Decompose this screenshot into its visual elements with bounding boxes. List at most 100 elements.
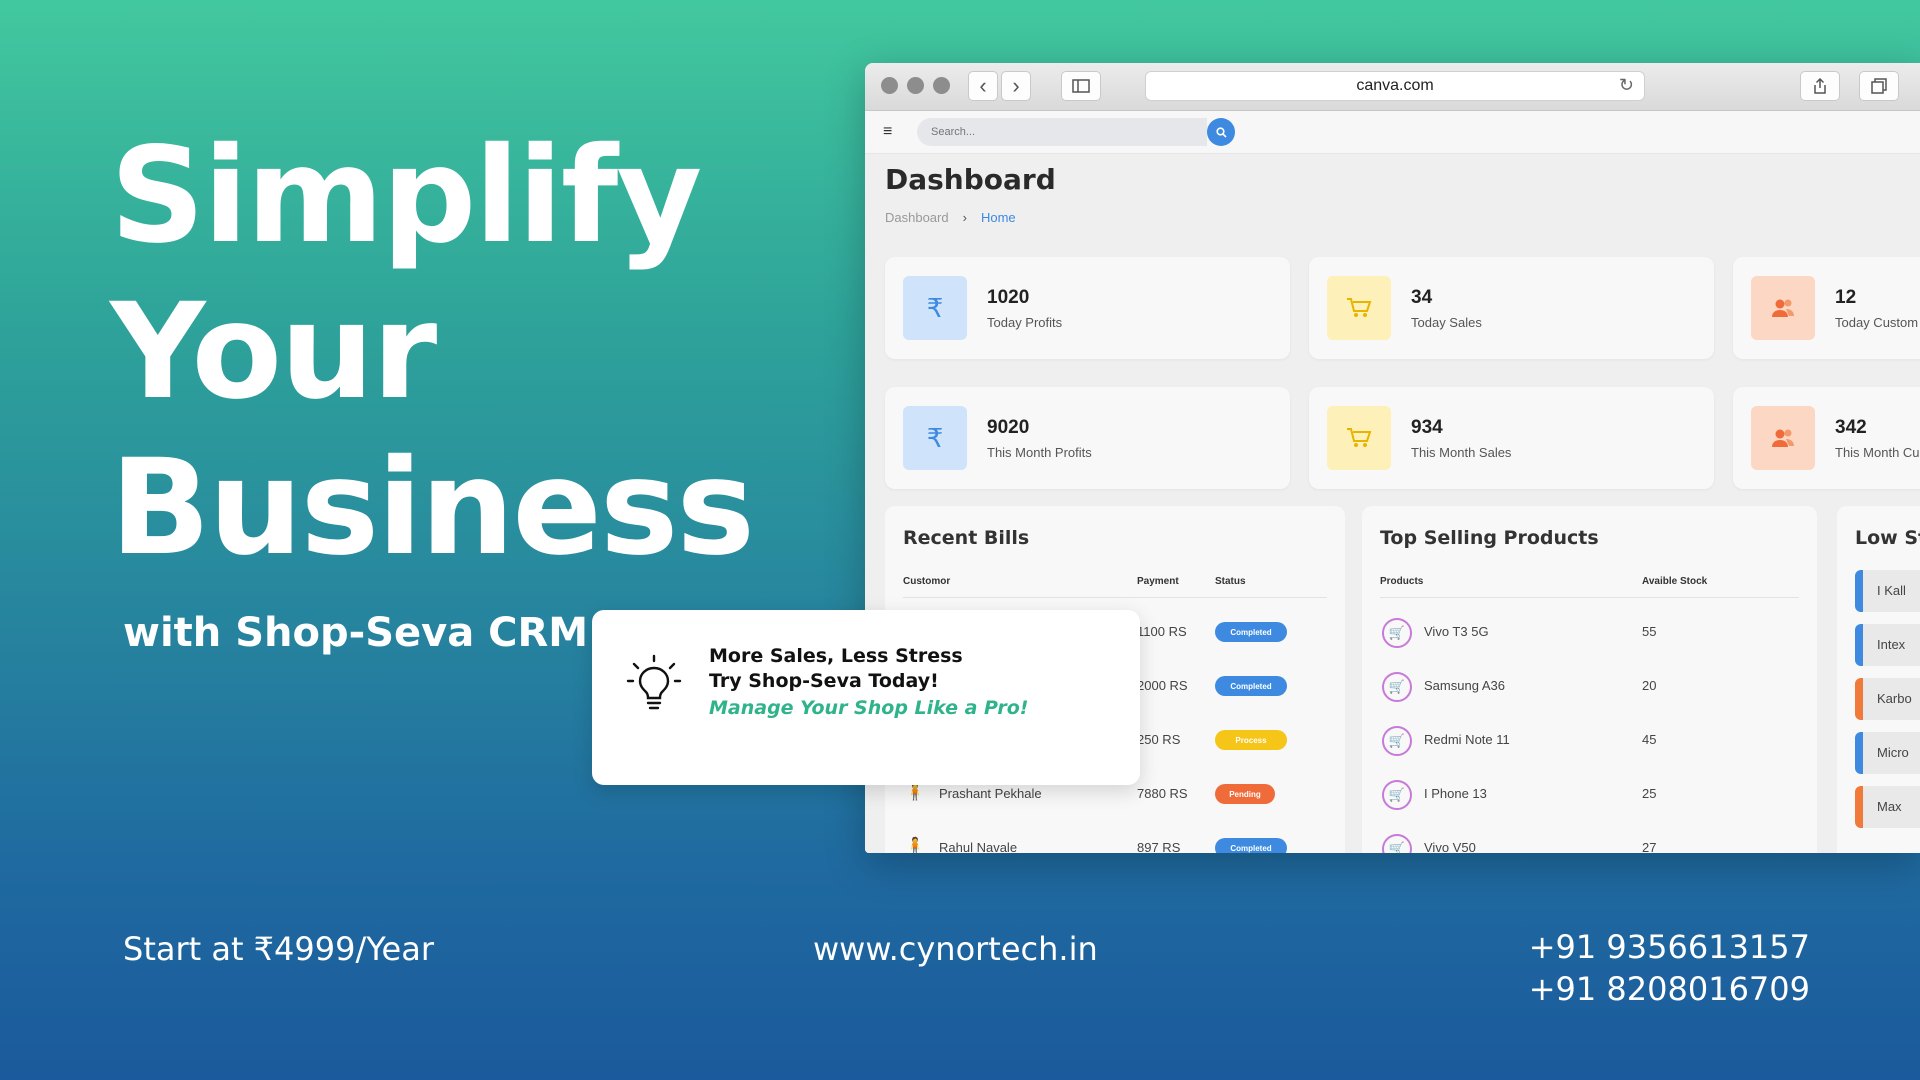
forward-arrow-icon[interactable]: › <box>1001 71 1031 101</box>
status-badge: Process <box>1215 730 1287 750</box>
panel-title: Top Selling Products <box>1380 527 1599 549</box>
stat-card-month-profits: ₹ 9020 This Month Profits <box>885 387 1290 489</box>
stat-value: 342 <box>1835 417 1867 438</box>
low-stock-item[interactable]: I Kall <box>1855 570 1920 612</box>
table-row[interactable]: 🛒 Samsung A36 20 <box>1362 660 1817 714</box>
stat-label: Today Profits <box>987 315 1063 330</box>
low-stock-panel: Low St I Kall Intex Karbo Micro Max <box>1837 506 1920 853</box>
stock-count: 55 <box>1642 624 1657 639</box>
stat-card-today-customers: 12 Today Custom <box>1733 257 1920 359</box>
callout-line-3: Manage Your Shop Like a Pro! <box>709 697 1029 719</box>
stat-value: 934 <box>1411 417 1443 438</box>
status-badge: Completed <box>1215 838 1287 853</box>
table-row[interactable]: 🧍 Rahul Navale 897 RS Completed <box>885 822 1345 853</box>
maximize-dot[interactable] <box>933 77 950 94</box>
hero-headline: Simplify Your Business <box>110 118 755 586</box>
header-divider <box>1380 597 1799 598</box>
product-name: Redmi Note 11 <box>1424 732 1510 747</box>
users-icon <box>1751 406 1815 470</box>
table-row[interactable]: 🛒 Redmi Note 11 45 <box>1362 714 1817 768</box>
address-bar[interactable]: canva.com ↻ <box>1145 71 1645 101</box>
callout-line-1: More Sales, Less Stress <box>709 645 963 667</box>
avatar-icon: 🧍 <box>905 838 925 853</box>
stat-label: This Month Sales <box>1411 445 1512 460</box>
column-header-customer: Customor <box>903 576 951 587</box>
payment-amount: 2000 RS <box>1137 678 1188 693</box>
price-text: Start at ₹4999/Year <box>123 930 434 968</box>
payment-amount: 7880 RS <box>1137 786 1188 801</box>
stat-value: 1020 <box>987 287 1030 308</box>
phone-number-1[interactable]: +91 9356613157 <box>1529 926 1810 968</box>
cart-icon <box>1327 276 1391 340</box>
column-header-products: Products <box>1380 576 1424 587</box>
website-link[interactable]: www.cynortech.in <box>813 930 1098 968</box>
minimize-dot[interactable] <box>907 77 924 94</box>
breadcrumb-parent[interactable]: Dashboard <box>885 210 949 225</box>
tabs-icon[interactable] <box>1859 71 1899 101</box>
stock-count: 25 <box>1642 786 1657 801</box>
hamburger-menu-icon[interactable]: ≡ <box>883 123 892 141</box>
panel-title: Low St <box>1855 527 1920 549</box>
product-name: I Phone 13 <box>1424 786 1487 801</box>
close-dot[interactable] <box>881 77 898 94</box>
low-stock-item[interactable]: Micro <box>1855 732 1920 774</box>
reload-icon[interactable]: ↻ <box>1619 75 1634 96</box>
table-row[interactable]: 🛒 Vivo T3 5G 55 <box>1362 606 1817 660</box>
avatar-icon: 🧍 <box>905 784 925 801</box>
low-stock-item[interactable]: Max <box>1855 786 1920 828</box>
lightbulb-icon <box>626 654 682 710</box>
browser-titlebar: ‹ › canva.com ↻ <box>865 63 1920 111</box>
payment-amount: 897 RS <box>1137 840 1181 853</box>
header-divider <box>903 597 1327 598</box>
product-name: Vivo V50 <box>1424 840 1476 853</box>
stock-count: 27 <box>1642 840 1657 853</box>
rupee-icon: ₹ <box>903 406 967 470</box>
stat-value: 9020 <box>987 417 1030 438</box>
url-text: canva.com <box>1356 77 1434 94</box>
promo-callout-card: More Sales, Less Stress Try Shop-Seva To… <box>592 610 1140 785</box>
cart-icon: 🛒 <box>1382 780 1412 810</box>
stat-value: 34 <box>1411 287 1433 308</box>
sidebar-toggle-icon[interactable] <box>1061 71 1101 101</box>
search-input[interactable] <box>917 118 1207 146</box>
back-arrow-icon[interactable]: ‹ <box>968 71 998 101</box>
stat-card-month-sales: 934 This Month Sales <box>1309 387 1714 489</box>
low-stock-item[interactable]: Intex <box>1855 624 1920 666</box>
breadcrumb-chevron-icon: › <box>962 210 967 225</box>
stat-label: Today Sales <box>1411 315 1482 330</box>
hero-tagline: with Shop-Seva CRM <box>123 610 589 656</box>
cart-icon: 🛒 <box>1382 618 1412 648</box>
column-header-payment: Payment <box>1137 576 1179 587</box>
users-icon <box>1751 276 1815 340</box>
stat-card-today-profits: ₹ 1020 Today Profits <box>885 257 1290 359</box>
payment-amount: 250 RS <box>1137 732 1181 747</box>
search-icon[interactable] <box>1207 118 1235 146</box>
headline-line-3: Business <box>110 431 755 585</box>
customer-name: Rahul Navale <box>939 840 1018 853</box>
low-stock-item[interactable]: Karbo <box>1855 678 1920 720</box>
cart-icon <box>1327 406 1391 470</box>
stat-label: Today Custom <box>1835 315 1919 330</box>
stat-value: 12 <box>1835 287 1857 308</box>
table-row[interactable]: 🛒 I Phone 13 25 <box>1362 768 1817 822</box>
breadcrumb-current[interactable]: Home <box>981 210 1016 225</box>
stat-card-month-customers: 342 This Month Cu <box>1733 387 1920 489</box>
share-icon[interactable] <box>1800 71 1840 101</box>
callout-line-2: Try Shop-Seva Today! <box>709 670 939 692</box>
product-name: Vivo T3 5G <box>1424 624 1489 639</box>
payment-amount: 1100 RS <box>1137 624 1187 639</box>
headline-line-2: Your <box>110 275 437 429</box>
stock-count: 45 <box>1642 732 1657 747</box>
stat-label: This Month Profits <box>987 445 1092 460</box>
breadcrumb: Dashboard › Home <box>885 210 1016 225</box>
product-name: Samsung A36 <box>1424 678 1505 693</box>
panel-title: Recent Bills <box>903 527 1030 549</box>
column-header-stock: Avaible Stock <box>1642 576 1708 587</box>
stat-card-today-sales: 34 Today Sales <box>1309 257 1714 359</box>
cart-icon: 🛒 <box>1382 726 1412 756</box>
top-selling-products-panel: Top Selling Products Products Avaible St… <box>1362 506 1817 853</box>
cart-icon: 🛒 <box>1382 834 1412 853</box>
status-badge: Completed <box>1215 676 1287 696</box>
table-row[interactable]: 🛒 Vivo V50 27 <box>1362 822 1817 853</box>
phone-number-2[interactable]: +91 8208016709 <box>1529 968 1810 1010</box>
